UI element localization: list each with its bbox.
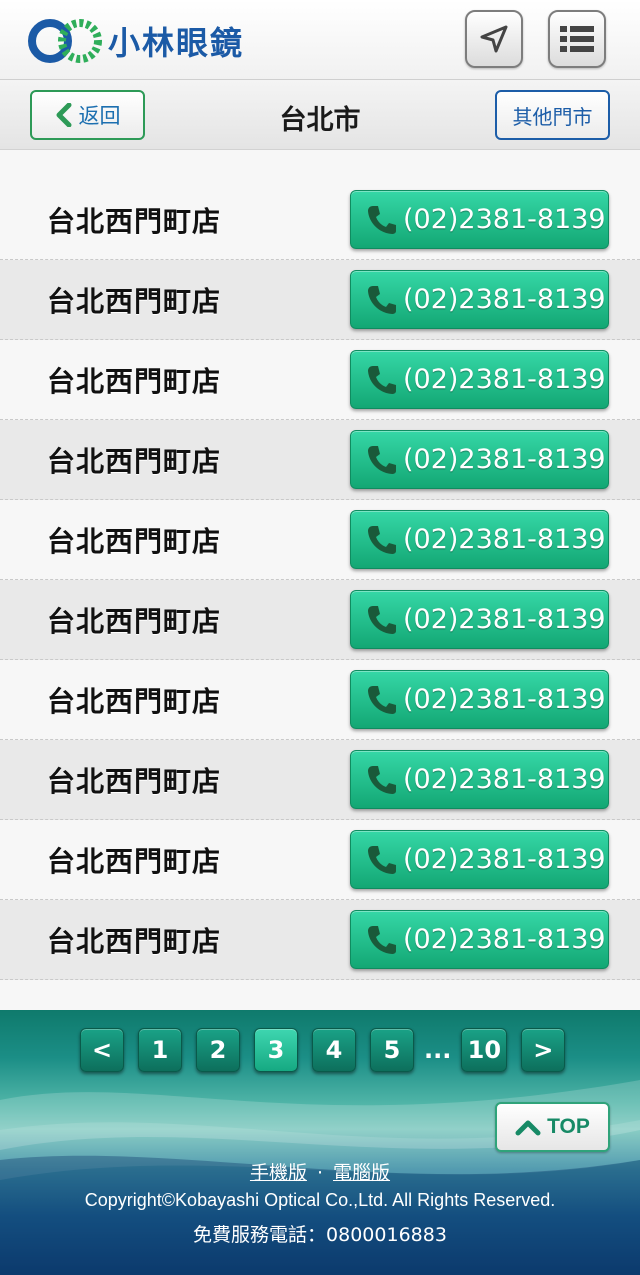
pagination-next-button[interactable]: > <box>521 1028 566 1072</box>
call-button[interactable]: (02)2381-8139 <box>350 830 609 889</box>
logo-mark-icon <box>28 19 102 63</box>
version-links: 手機版 · 電腦版 <box>0 1158 640 1185</box>
store-name: 台北西門町店 <box>47 525 222 558</box>
call-button[interactable]: (02)2381-8139 <box>350 350 609 409</box>
list-item: 台北西門町店 (02)2381-8139 <box>0 740 640 820</box>
app-header: 小林眼鏡 <box>0 0 640 80</box>
other-stores-button[interactable]: 其他門市 <box>495 90 610 140</box>
navigation-arrow-icon <box>480 25 508 53</box>
phone-icon <box>368 765 396 794</box>
pagination-page-2[interactable]: 2 <box>196 1028 240 1072</box>
pagination-ellipsis: ... <box>424 1036 452 1064</box>
phone-number: (02)2381-8139 <box>403 204 606 235</box>
list-item: 台北西門町店 (02)2381-8139 <box>0 500 640 580</box>
call-button[interactable]: (02)2381-8139 <box>350 510 609 569</box>
pagination-page-5[interactable]: 5 <box>370 1028 414 1072</box>
store-name: 台北西門町店 <box>47 925 222 958</box>
copyright-text: Copyright©Kobayashi Optical Co.,Ltd. All… <box>84 1190 556 1210</box>
back-to-top-button[interactable]: TOP <box>495 1102 610 1152</box>
phone-number: (02)2381-8139 <box>403 284 606 315</box>
list-item: 台北西門町店 (02)2381-8139 <box>0 260 640 340</box>
call-button[interactable]: (02)2381-8139 <box>350 190 609 249</box>
list-item: 台北西門町店 (02)2381-8139 <box>0 900 640 980</box>
store-name: 台北西門町店 <box>47 205 222 238</box>
phone-icon <box>368 605 396 634</box>
store-name: 台北西門町店 <box>47 605 222 638</box>
phone-number: (02)2381-8139 <box>403 684 606 715</box>
desktop-version-link[interactable]: 電腦版 <box>333 1162 390 1184</box>
phone-icon <box>368 365 396 394</box>
list-item: 台北西門町店 (02)2381-8139 <box>0 420 640 500</box>
page-footer: < 1 2 3 4 5 ... 10 > TOP 手機版 · 電腦版 Copyrig… <box>0 1010 640 1275</box>
store-name: 台北西門町店 <box>47 365 222 398</box>
call-button[interactable]: (02)2381-8139 <box>350 590 609 649</box>
phone-number: (02)2381-8139 <box>403 524 606 555</box>
list-item: 台北西門町店 (02)2381-8139 <box>0 820 640 900</box>
menu-button[interactable] <box>548 10 606 68</box>
list-item: 台北西門町店 (02)2381-8139 <box>0 340 640 420</box>
phone-number: (02)2381-8139 <box>403 764 606 795</box>
call-button[interactable]: (02)2381-8139 <box>350 670 609 729</box>
pagination-page-4[interactable]: 4 <box>312 1028 356 1072</box>
call-button[interactable]: (02)2381-8139 <box>350 270 609 329</box>
locate-button[interactable] <box>465 10 523 68</box>
phone-number: (02)2381-8139 <box>403 844 606 875</box>
pagination-page-3-current[interactable]: 3 <box>254 1028 298 1072</box>
phone-icon <box>368 525 396 554</box>
phone-number: (02)2381-8139 <box>403 364 606 395</box>
phone-icon <box>368 845 396 874</box>
sub-navigation-bar: 返回 台北市 其他門市 <box>0 80 640 150</box>
pagination: < 1 2 3 4 5 ... 10 > <box>80 1028 579 1072</box>
phone-icon <box>368 205 396 234</box>
back-to-top-label: TOP <box>547 1115 590 1138</box>
store-name: 台北西門町店 <box>47 445 222 478</box>
phone-number: (02)2381-8139 <box>403 604 606 635</box>
service-hotline: 免費服務電話：0800016883 <box>193 1224 447 1246</box>
list-menu-icon <box>560 26 594 52</box>
pagination-page-last[interactable]: 10 <box>461 1028 508 1072</box>
store-name: 台北西門町店 <box>47 285 222 318</box>
pagination-prev-button[interactable]: < <box>80 1028 124 1072</box>
link-separator: · <box>316 1162 324 1184</box>
mobile-version-link[interactable]: 手機版 <box>250 1162 307 1184</box>
phone-number: (02)2381-8139 <box>403 444 606 475</box>
call-button[interactable]: (02)2381-8139 <box>350 430 609 489</box>
other-stores-label: 其他門市 <box>512 104 593 129</box>
store-list: 台北西門町店 (02)2381-8139 台北西門町店 (02)2381-813… <box>0 180 640 980</box>
call-button[interactable]: (02)2381-8139 <box>350 910 609 969</box>
phone-number: (02)2381-8139 <box>403 924 606 955</box>
store-name: 台北西門町店 <box>47 765 222 798</box>
store-name: 台北西門町店 <box>47 845 222 878</box>
phone-icon <box>368 925 396 954</box>
call-button[interactable]: (02)2381-8139 <box>350 750 609 809</box>
phone-icon <box>368 285 396 314</box>
list-item: 台北西門町店 (02)2381-8139 <box>0 180 640 260</box>
brand-name: 小林眼鏡 <box>108 24 245 62</box>
phone-icon <box>368 685 396 714</box>
store-name: 台北西門町店 <box>47 685 222 718</box>
list-item: 台北西門町店 (02)2381-8139 <box>0 580 640 660</box>
list-item: 台北西門町店 (02)2381-8139 <box>0 660 640 740</box>
chevron-up-icon <box>515 1120 541 1136</box>
pagination-page-1[interactable]: 1 <box>138 1028 182 1072</box>
brand-logo[interactable]: 小林眼鏡 <box>28 18 244 64</box>
phone-icon <box>368 445 396 474</box>
